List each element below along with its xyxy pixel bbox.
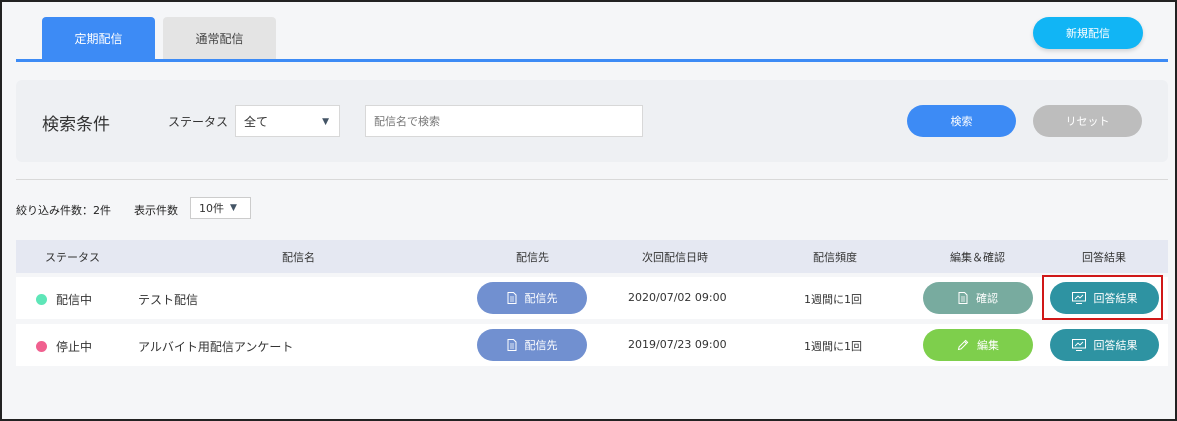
table-row: 配信中 テスト配信 配信先 2020/07/02 09:00 1週間に1回 確認 <box>16 277 1168 319</box>
edit-button-label: 編集 <box>977 339 999 352</box>
status-label: ステータス <box>168 115 229 129</box>
frequency: 1週間に1回 <box>804 293 862 306</box>
frequency: 1週間に1回 <box>804 340 862 353</box>
delivery-name: テスト配信 <box>138 293 199 307</box>
search-panel: 検索条件 ステータス 全て ▼ 検索 リセット <box>16 80 1168 162</box>
table-header: ステータス 配信名 配信先 次回配信日時 配信頻度 編集＆確認 回答結果 <box>16 240 1168 273</box>
header-results: 回答結果 <box>1082 250 1126 264</box>
reset-button[interactable]: リセット <box>1033 105 1142 137</box>
destination-button-label: 配信先 <box>524 339 558 352</box>
status-select[interactable]: 全て ▼ <box>235 105 340 137</box>
confirm-button-label: 確認 <box>976 292 998 305</box>
tab-regular[interactable]: 通常配信 <box>163 17 276 59</box>
table-row: 停止中 アルバイト用配信アンケート 配信先 2019/07/23 09:00 1… <box>16 324 1168 366</box>
filtered-count: 絞り込み件数：2件 <box>16 204 111 217</box>
highlight-box <box>1042 275 1163 320</box>
next-datetime: 2020/07/02 09:00 <box>628 291 727 304</box>
results-button[interactable]: 回答結果 <box>1050 329 1159 361</box>
chart-monitor-icon <box>1071 339 1086 351</box>
per-page-select[interactable]: 10件 ▼ <box>190 197 251 219</box>
header-next-datetime: 次回配信日時 <box>642 250 708 264</box>
status-dot-icon <box>36 341 47 352</box>
new-delivery-button[interactable]: 新規配信 <box>1033 17 1143 49</box>
per-page-label: 表示件数 <box>134 204 178 217</box>
header-destination: 配信先 <box>516 250 549 264</box>
per-page-value: 10件 <box>199 202 224 215</box>
delivery-table: ステータス 配信名 配信先 次回配信日時 配信頻度 編集＆確認 回答結果 配信中… <box>16 240 1168 366</box>
edit-button[interactable]: 編集 <box>923 329 1033 361</box>
caret-down-icon: ▼ <box>230 203 237 213</box>
app-frame: 定期配信 通常配信 新規配信 検索条件 ステータス 全て ▼ 検索 リセット 絞… <box>0 0 1177 421</box>
next-datetime: 2019/07/23 09:00 <box>628 338 727 351</box>
tab-scheduled[interactable]: 定期配信 <box>42 17 155 59</box>
pencil-icon <box>957 339 969 351</box>
delivery-name: アルバイト用配信アンケート <box>138 340 294 354</box>
document-icon <box>507 292 517 304</box>
document-icon <box>507 339 517 351</box>
status-cell: 停止中 <box>36 338 92 355</box>
status-select-value: 全て <box>244 114 269 129</box>
destination-button[interactable]: 配信先 <box>477 329 587 361</box>
search-title: 検索条件 <box>42 115 110 135</box>
search-button[interactable]: 検索 <box>907 105 1016 137</box>
tab-bar: 定期配信 通常配信 <box>42 17 284 59</box>
header-name: 配信名 <box>282 250 315 264</box>
destination-button-label: 配信先 <box>524 292 558 305</box>
header-frequency: 配信頻度 <box>813 250 857 264</box>
results-button-label: 回答結果 <box>1093 339 1138 352</box>
status-dot-icon <box>36 294 47 305</box>
confirm-button[interactable]: 確認 <box>923 282 1033 314</box>
delivery-name-search-input[interactable] <box>365 105 643 137</box>
document-icon <box>958 292 968 304</box>
status-cell: 配信中 <box>36 291 92 308</box>
tab-underline <box>16 59 1168 62</box>
destination-button[interactable]: 配信先 <box>477 282 587 314</box>
status-text: 停止中 <box>56 340 93 354</box>
caret-down-icon: ▼ <box>322 117 329 127</box>
header-edit-confirm: 編集＆確認 <box>950 250 1005 264</box>
header-status: ステータス <box>45 250 100 264</box>
section-divider <box>16 179 1168 180</box>
status-text: 配信中 <box>56 293 93 307</box>
